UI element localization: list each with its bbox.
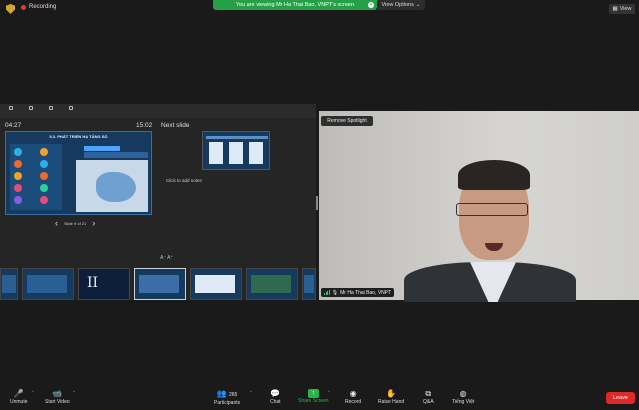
slide-thumbnail[interactable] (302, 268, 316, 300)
participants-icon: 👥 265 (216, 389, 238, 398)
slide-thumbnail[interactable] (246, 268, 298, 300)
previous-slide-icon[interactable]: ‹ (55, 218, 58, 228)
slide-clock: 15:02 (136, 122, 153, 129)
slide-map-landmass (96, 172, 136, 202)
recording-dot-icon (21, 4, 26, 10)
qa-icon: ⧉ (425, 389, 432, 398)
slide-thumbnail[interactable]: II (78, 268, 130, 300)
speaker-glasses (456, 203, 528, 216)
participants-button[interactable]: 👥 265 Participants ^ (214, 389, 252, 406)
grid-icon: ▦ (612, 6, 618, 12)
next-slide-box-1 (209, 142, 223, 164)
meeting-toolbar: 🎤 Unmute ^ 📹 Start Video ^ 👥 265 Partici… (0, 385, 639, 410)
viewing-banner-text: You are viewing Mr Ha Thai Bao, VNPT's s… (235, 2, 355, 8)
slide-icon-10 (40, 196, 48, 204)
chevron-up-icon[interactable]: ^ (73, 389, 75, 394)
chat-button[interactable]: 💬 Chat (270, 389, 281, 405)
slide-thumbnail-strip: II (0, 268, 316, 302)
raise-hand-button[interactable]: ✋ Raise Hand (378, 389, 404, 405)
slide-title: II.2. PHÁT TRIỂN HẠ TẦNG SỐ (49, 134, 108, 139)
share-screen-icon: ↑ (307, 389, 319, 398)
window-icon (69, 106, 73, 110)
mic-muted-icon: 🎤 (13, 389, 24, 398)
participants-count: 265 (228, 392, 238, 398)
remove-spotlight-button[interactable]: Remove Spotlight (321, 116, 373, 126)
security-shield-icon[interactable] (6, 4, 15, 14)
gear-icon (9, 106, 13, 110)
record-button[interactable]: ◉ Record (345, 389, 361, 405)
unmute-button[interactable]: 🎤 Unmute ^ (10, 389, 34, 405)
leave-button[interactable]: Leave (606, 392, 635, 404)
language-button[interactable]: ◍ Tiếng Việt (452, 389, 474, 405)
slide-icon-5 (14, 196, 22, 204)
view-options-button[interactable]: View Options ⌄ (377, 0, 425, 10)
mic-icon: 🎙 (331, 289, 339, 296)
chat-icon: 💬 (270, 389, 281, 398)
speaker-hair (458, 160, 530, 190)
view-button[interactable]: ▦ View (609, 4, 635, 14)
slide-icon-2 (14, 160, 22, 168)
next-slide-box-2 (229, 142, 243, 164)
slide-icon-4 (14, 184, 22, 192)
zoom-meeting-window: Recording You are viewing Mr Ha Thai Bao… (0, 0, 639, 410)
panel-resize-handle[interactable] (316, 196, 318, 210)
next-slide-icon[interactable]: › (92, 218, 95, 228)
globe-icon: ◍ (459, 389, 467, 398)
participant-name-tag: 🎙 Mr Ha Thai Bao, VNPT (321, 288, 395, 297)
presenter-tool-3[interactable] (44, 104, 58, 118)
recording-indicator: Recording (21, 4, 56, 10)
slide-icon-1 (14, 148, 22, 156)
banner-close-icon[interactable]: ✕ (368, 2, 374, 8)
notes-field[interactable]: Click to add notes (166, 178, 202, 183)
slide-icon-3 (14, 172, 22, 180)
font-size-control[interactable]: A⁻ A⁺ (160, 255, 173, 261)
slide-text-block (84, 152, 148, 158)
share-screen-button[interactable]: ↑ Share Screen ^ (298, 389, 330, 404)
next-slide-label: Next slide (161, 122, 190, 129)
elapsed-timer: 04:27 (5, 122, 22, 129)
chevron-up-icon[interactable]: ^ (250, 389, 252, 394)
chevron-up-icon[interactable]: ^ (32, 389, 34, 394)
signal-strength-icon (324, 290, 330, 295)
slide-thumbnail[interactable] (190, 268, 242, 300)
slide-thumbnail[interactable] (22, 268, 74, 300)
swap-icon (49, 106, 53, 110)
monitor-icon (29, 106, 33, 110)
viewing-banner: You are viewing Mr Ha Thai Bao, VNPT's s… (213, 0, 377, 10)
view-options-label: View Options (381, 2, 414, 8)
chevron-up-icon[interactable]: ^ (328, 389, 330, 394)
slide-thumbnail-selected[interactable] (134, 268, 186, 300)
record-icon: ◉ (349, 389, 357, 398)
slide-thumbnail[interactable] (0, 268, 18, 300)
top-bar: Recording You are viewing Mr Ha Thai Bao… (0, 0, 639, 18)
slide-icon-6 (40, 148, 48, 156)
slide-counter: Slide 9 of 21 (64, 220, 87, 226)
view-label: View (619, 6, 632, 12)
presenter-tool-2[interactable] (24, 104, 38, 118)
hand-icon: ✋ (386, 389, 397, 398)
presenter-toolbar (0, 104, 316, 118)
slide-heading-bar (84, 146, 120, 151)
next-slide-title-bar (206, 136, 268, 139)
recording-label: Recording (29, 4, 57, 10)
presenter-tool-4[interactable] (64, 104, 78, 118)
qa-button[interactable]: ⧉ Q&A (423, 389, 434, 405)
chevron-down-icon: ⌄ (415, 2, 421, 8)
slide-icon-7 (40, 160, 48, 168)
slide-navigation: ‹ Slide 9 of 21 › (55, 218, 95, 228)
start-video-button[interactable]: 📹 Start Video ^ (45, 389, 75, 405)
participant-name: Mr Ha Thai Bao, VNPT (340, 289, 392, 296)
slide-icon-9 (40, 184, 48, 192)
next-slide-preview[interactable] (202, 131, 270, 170)
next-slide-box-3 (249, 142, 263, 164)
presenter-view: 04:27 15:02 Next slide II.2. PHÁT TRIỂN … (0, 104, 316, 300)
slide-icon-8 (40, 172, 48, 180)
current-slide: II.2. PHÁT TRIỂN HẠ TẦNG SỐ (5, 131, 152, 215)
presenter-tool-1[interactable] (4, 104, 18, 118)
video-off-icon: 📹 (52, 389, 63, 398)
